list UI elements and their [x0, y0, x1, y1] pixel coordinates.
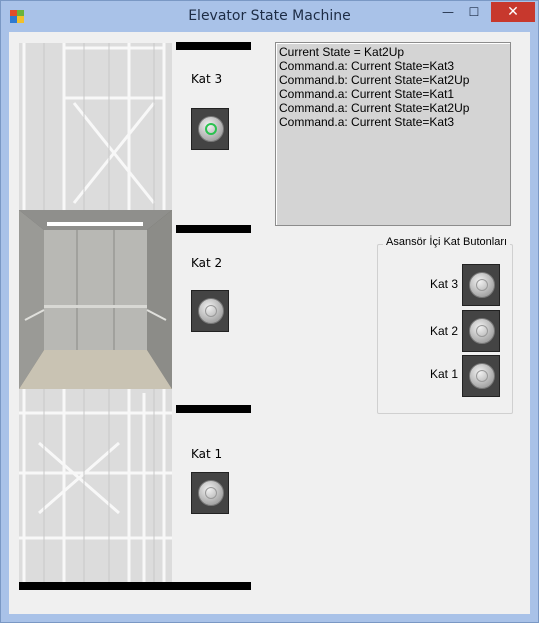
- elevator-cabin-image: [19, 210, 172, 389]
- floor-3-label: Kat 3: [191, 72, 223, 86]
- floor-2-call-button[interactable]: [191, 290, 229, 332]
- inner-kat3-button[interactable]: [462, 264, 500, 306]
- maximize-button[interactable]: ☐: [461, 2, 487, 22]
- title-bar[interactable]: Elevator State Machine — ☐ ✕: [1, 1, 538, 33]
- log-line: Command.a: Current State=Kat3: [279, 115, 455, 129]
- floor-2-label: Kat 2: [191, 256, 223, 270]
- inner-kat1-button[interactable]: [462, 355, 500, 397]
- app-window: Elevator State Machine — ☐ ✕ Kat 3 Kat 2…: [0, 0, 539, 623]
- close-button[interactable]: ✕: [491, 2, 535, 22]
- log-line: Command.a: Current State=Kat1: [279, 87, 455, 101]
- button-icon: [198, 480, 224, 506]
- floor-3-call-button[interactable]: [191, 108, 229, 150]
- log-line: Command.a: Current State=Kat3: [279, 59, 455, 73]
- button-icon: [198, 298, 224, 324]
- inner-kat2-button[interactable]: [462, 310, 500, 352]
- power-icon: [198, 116, 224, 142]
- button-icon: [469, 363, 495, 389]
- client-area: Kat 3 Kat 2 Kat 1 Current State = Kat2Up…: [9, 32, 530, 614]
- log-line: Command.b: Current State=Kat2Up: [279, 73, 470, 87]
- state-log-textbox[interactable]: Current State = Kat2Up Command.a: Curren…: [275, 42, 511, 226]
- inner-buttons-group-title: Asansör İçi Kat Butonları: [383, 236, 511, 248]
- floor-1-label: Kat 1: [191, 447, 223, 461]
- inner-kat2-label: Kat 2: [430, 324, 459, 338]
- button-icon: [469, 272, 495, 298]
- floor-1-call-button[interactable]: [191, 472, 229, 514]
- floor-2-marker: [176, 225, 251, 233]
- floor-1-marker: [176, 405, 251, 413]
- minimize-button[interactable]: —: [435, 2, 461, 22]
- log-line: Current State = Kat2Up: [279, 45, 405, 59]
- log-line: Command.a: Current State=Kat2Up: [279, 101, 470, 115]
- button-icon: [469, 318, 495, 344]
- floor-3-marker: [176, 42, 251, 50]
- inner-kat1-label: Kat 1: [430, 367, 459, 381]
- ground-marker: [19, 582, 251, 590]
- inner-kat3-label: Kat 3: [430, 277, 459, 291]
